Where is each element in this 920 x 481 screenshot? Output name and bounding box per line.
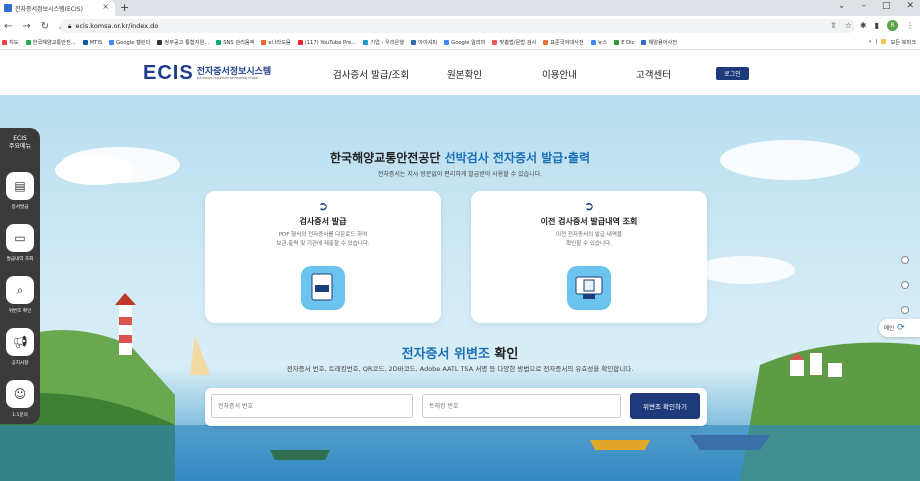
- bookmark-item[interactable]: Google 캘린더: [109, 39, 150, 46]
- monitor-icon: ▭: [6, 224, 34, 252]
- url-field[interactable]: 🔒︎ ecis.komsa.or.kr/index.do: [60, 19, 855, 33]
- chat-user-icon: ☺: [6, 380, 34, 408]
- verify-title-highlight: 전자증서 위변조: [401, 347, 490, 362]
- star-icon[interactable]: ☆: [845, 21, 852, 30]
- close-window-icon[interactable]: ✕: [906, 1, 914, 11]
- computer-document-icon: [567, 266, 611, 310]
- bookmark-item[interactable]: SNS 관리음액: [216, 39, 254, 46]
- bookmark-item[interactable]: 한국해양교통안전...: [25, 39, 76, 46]
- sidepanel-icon[interactable]: ▮: [875, 21, 879, 30]
- main-widget-label: 메인: [884, 326, 895, 332]
- refresh-icon: ⟳: [897, 323, 905, 333]
- verify-description: 전자증서 번호, 트래킹번호, QR코드, 2D바코드, Adobe AATL …: [286, 365, 634, 373]
- cert-number-input[interactable]: [211, 394, 413, 418]
- chevron-down-icon[interactable]: ⌄: [838, 1, 846, 11]
- bookmarks-bar: 지도 한국해양교통안전... MTIS Google 캘린더 정부공고 통합지원…: [0, 36, 920, 50]
- sidebar-item-cert-issue[interactable]: ▤ 증서발급: [3, 172, 37, 210]
- logo-korean: 전자증서정보시스템: [196, 66, 272, 77]
- share-icon[interactable]: ⇪: [830, 21, 837, 30]
- address-bar-row: ← → ↻ ⌂ 🔒︎ ecis.komsa.or.kr/index.do ⇪ ☆…: [0, 16, 920, 36]
- bookmark-item[interactable]: 기업 - 우리은행: [363, 39, 404, 46]
- card-desc: 이전 전자증서의 발급 내역을 확인할 수 있습니다.: [556, 232, 622, 247]
- sidebar-title: ECIS 주요메뉴: [8, 135, 32, 150]
- browser-tab[interactable]: 전자증서정보시스템(ECIS) ×: [0, 0, 115, 16]
- bookmarks-overflow[interactable]: » | 모든 북마크: [868, 39, 916, 46]
- browser-tab-bar: 전자증서정보시스템(ECIS) × + ⌄ – □ ✕: [0, 0, 920, 16]
- bookmark-item[interactable]: (117) YouTube Pre...: [297, 40, 356, 46]
- back-icon[interactable]: ←: [4, 21, 12, 32]
- sidebar-item-inquiry[interactable]: ☺ 1:1문의: [3, 380, 37, 418]
- quick-menu-sidebar: ECIS 주요메뉴 ▤ 증서발급 ▭ 발급내역 조회 ⌕ 위변조 확인 📢︎ 공…: [0, 128, 40, 424]
- magnifier-icon: ⌕: [6, 276, 34, 304]
- maximize-icon[interactable]: □: [882, 1, 891, 11]
- main-widget[interactable]: 메인 ⟳: [879, 319, 920, 337]
- reload-icon[interactable]: ↻: [41, 21, 49, 32]
- bookmark-item[interactable]: 아이셔피: [411, 39, 437, 46]
- sidebar-item-history[interactable]: ▭ 발급내역 조회: [3, 224, 37, 262]
- bookmark-item[interactable]: 해양용어사전: [641, 39, 677, 46]
- page-indicator-dot[interactable]: [901, 256, 909, 264]
- arrow-right-circle-icon: ➲: [583, 199, 595, 213]
- site-header: ECIS 전자증서정보시스템 ELECTRONIC CERTIFICATE IN…: [0, 50, 920, 95]
- bookmark-item[interactable]: 정부공고 통합지원...: [157, 39, 209, 46]
- megaphone-icon: 📢︎: [6, 328, 34, 356]
- window-controls: ⌄ – □ ✕: [838, 1, 914, 11]
- arrow-right-circle-icon: ➲: [317, 199, 329, 213]
- tab-title: 전자증서정보시스템(ECIS): [15, 5, 83, 13]
- verify-title: 전자증서 위변조 확인: [0, 343, 920, 362]
- hero-title-prefix: 한국해양교통안전공단: [330, 151, 441, 165]
- forward-icon[interactable]: →: [22, 21, 30, 32]
- card-cert-issue[interactable]: ➲ 검사증서 발급 PDF 형식의 전자증서를 다운로드 하여 보관,출력 및 …: [205, 191, 441, 323]
- new-tab-button[interactable]: +: [120, 1, 129, 14]
- logo-mark: ECIS: [143, 62, 194, 84]
- minimize-icon[interactable]: –: [861, 1, 866, 11]
- bookmark-item[interactable]: 뉴스: [590, 39, 607, 46]
- hero-title-highlight: 선박검사 전자증서 발급·출력: [444, 151, 590, 165]
- menu-cert-issue[interactable]: 검사증서 발급/조회: [333, 67, 409, 81]
- profile-avatar[interactable]: R: [887, 20, 898, 31]
- login-button[interactable]: 로그인: [716, 67, 749, 80]
- page-indicator-dot[interactable]: [901, 306, 909, 314]
- url-text: ecis.komsa.or.kr/index.do: [75, 22, 159, 30]
- menu-guide[interactable]: 이용안내: [542, 67, 577, 81]
- tracking-number-input[interactable]: [422, 394, 621, 418]
- close-tab-icon[interactable]: ×: [102, 2, 109, 11]
- card-title: 이전 검사증서 발급내역 조회: [540, 217, 638, 226]
- browser-toolbar-right: ⇪ ☆ ✱ ▮ R ⋮: [830, 20, 914, 31]
- hero-title: 한국해양교통안전공단 선박검사 전자증서 발급·출력: [0, 149, 920, 166]
- pdf-document-icon: [301, 266, 345, 310]
- favicon-icon: [4, 4, 12, 12]
- menu-icon[interactable]: ⋮: [906, 21, 914, 30]
- menu-customer-center[interactable]: 고객센터: [636, 67, 671, 81]
- bookmark-item[interactable]: 표준국어대사전: [543, 39, 584, 46]
- page-indicator-dot[interactable]: [901, 281, 909, 289]
- bookmark-item[interactable]: MTIS: [82, 40, 102, 46]
- ecis-logo[interactable]: ECIS 전자증서정보시스템 ELECTRONIC CERTIFICATE IN…: [143, 63, 271, 83]
- sidebar-item-forgery-check[interactable]: ⌕ 위변조 확인: [3, 276, 37, 314]
- verify-form: 위변조 확인하기: [205, 388, 707, 426]
- verify-title-suffix: 확인: [494, 347, 519, 362]
- hero-subtitle: 전자증서는 지사 방문없이 편리하게 발급받아 사용할 수 있습니다.: [377, 171, 543, 178]
- card-title: 검사증서 발급: [299, 217, 347, 226]
- card-desc: PDF 형식의 전자증서를 다운로드 하여 보관,출력 및 기관에 제출할 수 …: [276, 232, 370, 247]
- menu-original-check[interactable]: 원본확인: [447, 67, 482, 81]
- bookmark-item[interactable]: 지도: [2, 39, 19, 46]
- verify-button[interactable]: 위변조 확인하기: [630, 393, 700, 419]
- bookmark-item[interactable]: E Dic: [614, 40, 634, 46]
- lock-icon: 🔒︎: [68, 21, 72, 30]
- bookmark-item[interactable]: Google 알리미: [444, 39, 485, 46]
- bookmark-item[interactable]: 맞춤법/문법 검사: [492, 39, 536, 46]
- logo-english: ELECTRONIC CERTIFICATE INFORMATION SYSTE…: [196, 76, 259, 80]
- bookmark-item[interactable]: e나라도움: [261, 39, 291, 46]
- document-icon: ▤: [6, 172, 34, 200]
- sidebar-item-notice[interactable]: 📢︎ 공지사항: [3, 328, 37, 366]
- hero-section: 한국해양교통안전공단 선박검사 전자증서 발급·출력 전자증서는 지사 방문없이…: [0, 95, 920, 481]
- card-history-lookup[interactable]: ➲ 이전 검사증서 발급내역 조회 이전 전자증서의 발급 내역을 확인할 수 …: [471, 191, 707, 323]
- extensions-icon[interactable]: ✱: [860, 21, 867, 30]
